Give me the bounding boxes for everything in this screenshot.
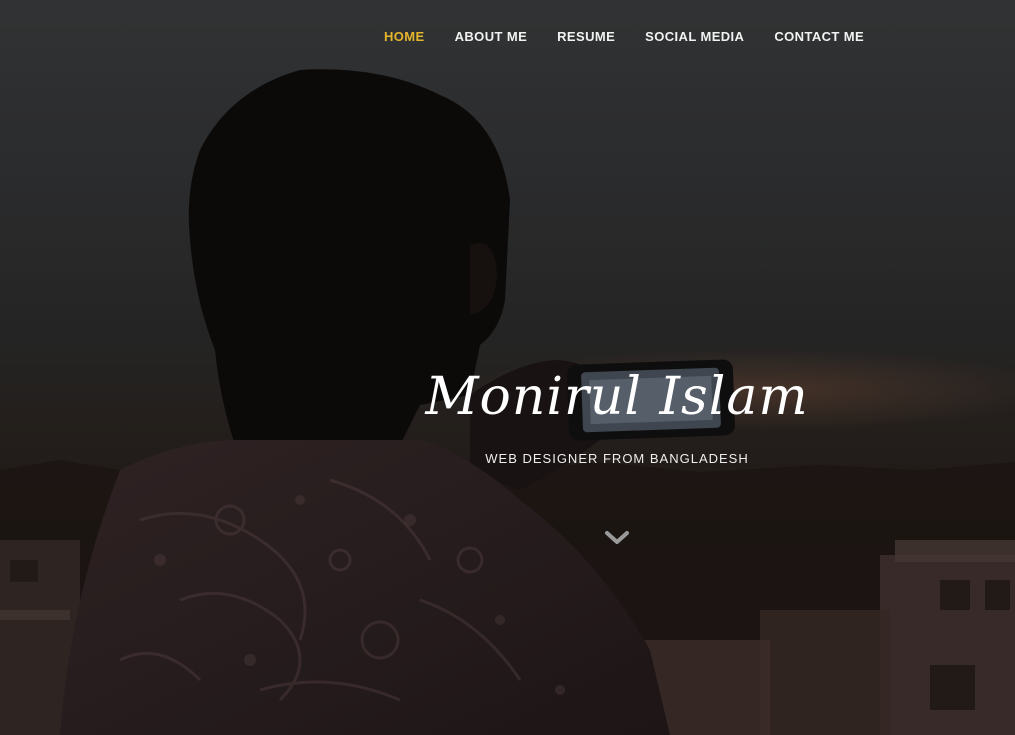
scroll-down-button[interactable] (603, 524, 631, 552)
nav-link-contact-me[interactable]: CONTACT ME (774, 28, 864, 46)
hero-name: Monirul Islam (425, 367, 809, 427)
hero-tagline: WEB DESIGNER FROM BANGLADESH (485, 451, 749, 466)
nav-item-home: HOME (384, 28, 425, 46)
chevron-down-icon (605, 531, 629, 544)
nav-link-home[interactable]: HOME (384, 28, 425, 46)
nav-item-resume: RESUME (557, 28, 615, 46)
nav-item-contact-me: CONTACT ME (774, 28, 864, 46)
nav-item-about-me: ABOUT ME (455, 28, 528, 46)
nav-link-resume[interactable]: RESUME (557, 28, 615, 46)
nav-link-about-me[interactable]: ABOUT ME (455, 28, 528, 46)
nav-link-social-media[interactable]: SOCIAL MEDIA (645, 28, 744, 46)
main-navigation: HOME ABOUT ME RESUME SOCIAL MEDIA CONTAC… (384, 28, 864, 46)
nav-item-social-media: SOCIAL MEDIA (645, 28, 744, 46)
